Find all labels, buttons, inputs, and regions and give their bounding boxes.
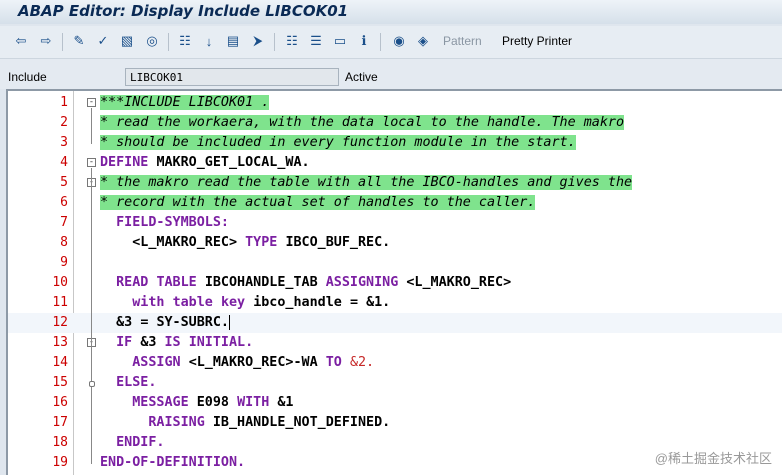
code-line[interactable]: 4 DEFINE MAKRO_GET_LOCAL_WA. - <box>8 153 782 173</box>
line-number: 4 <box>60 155 68 170</box>
code-text: <L_MAKRO_REC> TYPE IBCO_BUF_REC. <box>132 235 391 250</box>
navigation-icon[interactable]: ⮞ <box>249 32 267 50</box>
test-icon[interactable]: ↓ <box>200 32 218 50</box>
info-icon[interactable]: ℹ <box>355 32 373 50</box>
object-list-icon[interactable]: ▤ <box>224 32 242 50</box>
code-text: * the makro read the table with all the … <box>100 175 633 190</box>
line-number: 14 <box>52 355 68 370</box>
status-text: Active <box>345 70 378 84</box>
pattern-button[interactable]: Pattern <box>443 34 482 48</box>
code-line[interactable]: 8 <L_MAKRO_REC> TYPE IBCO_BUF_REC. <box>8 233 782 253</box>
fold-toggle-icon[interactable]: - <box>87 158 96 167</box>
line-number: 12 <box>52 315 68 330</box>
line-number: 17 <box>52 415 68 430</box>
line-number: 9 <box>60 255 68 270</box>
code-text: END-OF-DEFINITION. <box>100 455 246 470</box>
code-line[interactable]: 13 IF &3 IS INITIAL.- <box>8 333 782 353</box>
code-text: ELSE. <box>116 375 157 390</box>
forward-arrow-icon[interactable]: ⇨ <box>37 32 55 50</box>
session-breakpoint-icon[interactable]: ◈ <box>414 32 432 50</box>
toolbar-separator <box>168 33 169 51</box>
activate-icon[interactable]: ▧ <box>118 32 136 50</box>
breakpoint-icon[interactable]: ◉ <box>390 32 408 50</box>
code-line[interactable]: 3 * should be included in every function … <box>8 133 782 153</box>
code-line[interactable]: 16 MESSAGE E098 WITH &1 <box>8 393 782 413</box>
code-text: * should be included in every function m… <box>100 135 576 150</box>
code-line[interactable]: 15 ELSE. <box>8 373 782 393</box>
code-line[interactable]: 12 &3 = SY-SUBRC. <box>8 313 782 333</box>
line-number: 15 <box>52 375 68 390</box>
code-text: * record with the actual set of handles … <box>100 195 536 210</box>
code-line[interactable]: 14 ASSIGN <L_MAKRO_REC>-WA TO &2. <box>8 353 782 373</box>
line-number: 6 <box>60 195 68 210</box>
fold-marker <box>89 381 95 387</box>
line-number: 19 <box>52 455 68 470</box>
code-text: ASSIGN <L_MAKRO_REC>-WA TO &2. <box>132 355 375 370</box>
fold-guide <box>91 348 92 444</box>
include-name-field[interactable]: LIBCOK01 <box>125 68 339 86</box>
code-text: ***INCLUDE LIBCOK01 . <box>100 95 270 110</box>
code-line[interactable]: 9 <box>8 253 782 273</box>
line-number: 18 <box>52 435 68 450</box>
text-caret <box>229 314 230 330</box>
line-number: 16 <box>52 395 68 410</box>
toolbar-separator <box>274 33 275 51</box>
line-number: 2 <box>60 115 68 130</box>
window-title: ABAP Editor: Display Include LIBCOK01 <box>18 2 349 20</box>
line-number: 13 <box>52 335 68 350</box>
pretty-printer-button[interactable]: Pretty Printer <box>502 34 572 48</box>
code-line[interactable]: 10 READ TABLE IBCOHANDLE_TAB ASSIGNING <… <box>8 273 782 293</box>
code-text: READ TABLE IBCOHANDLE_TAB ASSIGNING <L_M… <box>116 275 512 290</box>
watermark: @稀土掘金技术社区 <box>654 451 772 466</box>
code-line[interactable]: 11 with table key ibco_handle = &1. <box>8 293 782 313</box>
code-text: DEFINE MAKRO_GET_LOCAL_WA. <box>100 155 310 170</box>
info-bar: Include Active <box>0 59 782 89</box>
fold-guide <box>91 108 92 144</box>
title-bar: ABAP Editor: Display Include LIBCOK01 <box>0 0 782 24</box>
target-icon[interactable]: ◎ <box>143 32 161 50</box>
code-line[interactable]: 5 * the makro read the table with all the… <box>8 173 782 193</box>
code-text: &3 = SY-SUBRC. <box>116 314 230 330</box>
include-label: Include <box>8 70 47 84</box>
code-text: MESSAGE E098 WITH &1 <box>132 395 294 410</box>
line-number: 11 <box>52 295 68 310</box>
code-line[interactable]: 2 * read the workaera, with the data loca… <box>8 113 782 133</box>
display-change-icon[interactable]: ✎ <box>70 32 88 50</box>
line-number: 5 <box>60 175 68 190</box>
check-icon[interactable]: ✓ <box>94 32 112 50</box>
hierarchy-icon[interactable]: ☷ <box>283 32 301 50</box>
toolbar-separator <box>380 33 381 51</box>
toolbar: ⇦ ⇨ ✎ ✓ ▧ ◎ ☷ ↓ ▤ ⮞ ☷ ☰ ▭ ℹ ◉ ◈ Pattern … <box>0 26 782 59</box>
line-number: 10 <box>52 275 68 290</box>
code-line[interactable]: 7 FIELD-SYMBOLS: <box>8 213 782 233</box>
line-number: 1 <box>60 95 68 110</box>
code-line[interactable]: 17 RAISING IB_HANDLE_NOT_DEFINED. <box>8 413 782 433</box>
code-text: ENDIF. <box>116 435 165 450</box>
code-text: with table key ibco_handle = &1. <box>132 295 391 310</box>
code-line[interactable]: 6 * record with the actual set of handles… <box>8 193 782 213</box>
layout-icon[interactable]: ▭ <box>331 32 349 50</box>
line-number: 7 <box>60 215 68 230</box>
code-text: IF &3 IS INITIAL. <box>116 335 254 350</box>
code-editor[interactable]: 1 ***INCLUDE LIBCOK01 . -2 * read the worka… <box>6 89 782 475</box>
stack-icon[interactable]: ☰ <box>307 32 325 50</box>
line-number: 3 <box>60 135 68 150</box>
code-text: FIELD-SYMBOLS: <box>116 215 229 230</box>
back-arrow-icon[interactable]: ⇦ <box>12 32 30 50</box>
code-line[interactable]: 1 ***INCLUDE LIBCOK01 .- <box>8 93 782 113</box>
where-used-icon[interactable]: ☷ <box>176 32 194 50</box>
code-text: RAISING IB_HANDLE_NOT_DEFINED. <box>148 415 391 430</box>
fold-guide <box>91 188 92 204</box>
line-number: 8 <box>60 235 68 250</box>
fold-toggle-icon[interactable]: - <box>87 98 96 107</box>
toolbar-separator <box>62 33 63 51</box>
code-text: * read the workaera, with the data local… <box>100 115 625 130</box>
